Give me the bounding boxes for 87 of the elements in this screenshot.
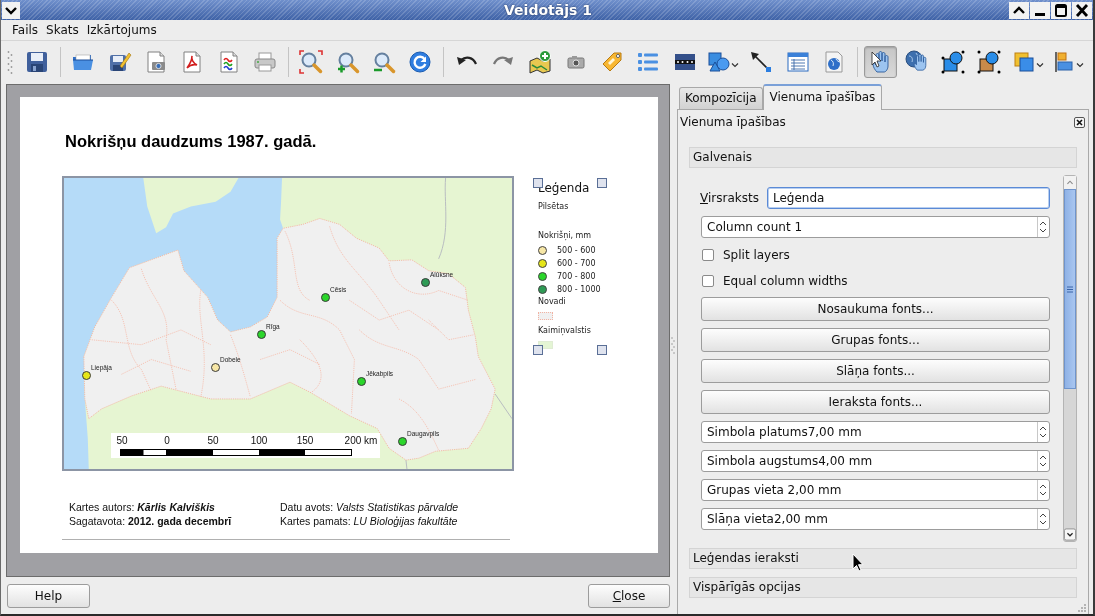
grip-icon[interactable]: [671, 336, 675, 354]
legend-label: 500 - 600: [557, 245, 596, 256]
menu-item[interactable]: Izkārtojums: [82, 21, 161, 39]
tag-icon[interactable]: [600, 50, 625, 74]
section-header[interactable]: Vispārīgās opcijas: [689, 577, 1077, 598]
tab[interactable]: Kompozīcija: [679, 87, 763, 109]
map-title: Nokrišņu daudzums 1987. gadā.: [65, 131, 317, 151]
tab[interactable]: Vienuma īpašības: [762, 84, 883, 110]
zoom-out-icon[interactable]: [372, 50, 397, 74]
menu-item[interactable]: Fails: [8, 21, 43, 39]
list-icon[interactable]: [636, 50, 661, 74]
floppy-pencil-icon[interactable]: [107, 50, 132, 74]
selection-handle-icon[interactable]: [533, 345, 543, 355]
globe-hand-icon: [904, 50, 929, 74]
section-header[interactable]: Leģendas ieraksti: [689, 548, 1077, 569]
spin-box[interactable]: Slāņa vieta2,00 mm: [701, 508, 1050, 530]
map-plus-icon[interactable]: [527, 50, 552, 74]
arrow-line-icon[interactable]: [749, 50, 774, 74]
scroll-up-icon[interactable]: [1064, 176, 1076, 189]
shapes-icon[interactable]: [707, 50, 732, 74]
scale-label: 50: [116, 435, 128, 447]
maximize-icon[interactable]: [1051, 1, 1071, 19]
checkbox[interactable]: [702, 274, 714, 287]
document-camera-icon[interactable]: [144, 50, 168, 74]
legend-label: 700 - 800: [557, 271, 596, 282]
font-button[interactable]: Grupas fonts...: [701, 328, 1050, 352]
selection-handle-icon[interactable]: [597, 345, 607, 355]
dialog-button[interactable]: Close: [588, 584, 670, 608]
scale-label: 200 km: [344, 435, 378, 447]
shape-handles-icon[interactable]: [977, 50, 1002, 74]
spin-box[interactable]: Simbola augstums4,00 mm: [701, 450, 1050, 472]
section-header[interactable]: Galvenais: [689, 147, 1077, 168]
scale-label: 100: [250, 435, 268, 447]
caret-up-icon[interactable]: [1009, 1, 1029, 19]
printer-icon[interactable]: [252, 50, 277, 74]
panel-title: Vienuma īpašības: [680, 114, 786, 130]
dialog-button[interactable]: Help: [7, 584, 90, 608]
scale-label: 0: [164, 435, 170, 447]
legend-label: 600 - 700: [557, 258, 596, 269]
close-icon[interactable]: [1074, 116, 1085, 128]
title-input[interactable]: Leģenda: [767, 187, 1050, 209]
font-button[interactable]: Slāņa fonts...: [701, 359, 1050, 383]
scrollbar-track[interactable]: [1063, 175, 1077, 542]
cursor-icon: [852, 553, 864, 572]
window-title: Veidotājs 1: [504, 1, 592, 19]
scale-label: 50: [207, 435, 219, 447]
caret-icon[interactable]: [1035, 61, 1044, 69]
grip-icon[interactable]: [7, 49, 13, 75]
menu-item[interactable]: Skats: [42, 21, 83, 39]
credit-text: Kartes autors: Kārlis Kalviškis: [69, 500, 215, 514]
caret-down-icon[interactable]: [2, 1, 20, 19]
credit-text: Datu avots: Valsts Statistikas pārvalde: [280, 500, 459, 514]
grip-lines-icon: [1066, 285, 1074, 293]
checkbox-label[interactable]: Split layers: [723, 246, 790, 263]
magnifier-arrows-icon[interactable]: [299, 50, 324, 74]
minimize-icon[interactable]: [1030, 1, 1050, 19]
font-button[interactable]: Nosaukuma fonts...: [701, 297, 1050, 321]
legend-group-label: Nokrišņi, mm: [538, 231, 592, 241]
caret-icon[interactable]: [1076, 61, 1084, 69]
checkbox-label[interactable]: Equal column widths: [723, 272, 848, 289]
checkbox[interactable]: [702, 248, 714, 261]
caret-icon[interactable]: [731, 61, 740, 69]
spin-box[interactable]: Grupas vieta 2,00 mm: [701, 479, 1050, 501]
align-boxes-icon[interactable]: [1052, 50, 1076, 74]
scale-label: 150: [296, 435, 314, 447]
table-icon[interactable]: [785, 50, 810, 74]
stacked-squares-icon[interactable]: [1011, 50, 1036, 74]
legend-group-label: Kaimiņvalstis: [538, 326, 591, 336]
shape-handles-icon[interactable]: [941, 50, 966, 74]
close-icon[interactable]: [1072, 1, 1092, 19]
font-button[interactable]: Ieraksta fonts...: [701, 390, 1050, 414]
tool-button[interactable]: [864, 46, 897, 78]
field-label: Virsraksts: [700, 190, 760, 206]
zoom-in-icon[interactable]: [335, 50, 360, 74]
spin-box[interactable]: Simbola platums7,00 mm: [701, 421, 1050, 443]
credit-text: Sagatavota: 2012. gada decembrī: [69, 514, 232, 528]
spin-box[interactable]: Column count 1: [701, 216, 1050, 238]
legend-group-label: Pilsētas: [538, 202, 569, 212]
selection-handle-icon[interactable]: [597, 178, 607, 188]
refresh-icon[interactable]: [408, 50, 433, 74]
legend-group-label: Novadi: [538, 297, 566, 307]
legend-title: Leģenda: [538, 181, 590, 196]
resize-grip-icon[interactable]: [1075, 601, 1087, 613]
scroll-down-icon[interactable]: [1064, 528, 1076, 541]
scrollbar-thumb[interactable]: [1064, 189, 1076, 389]
credit-text: Kartes pamats: LU Bioloģijas fakultāte: [280, 514, 458, 528]
legend-label: 800 - 1000: [557, 284, 601, 295]
